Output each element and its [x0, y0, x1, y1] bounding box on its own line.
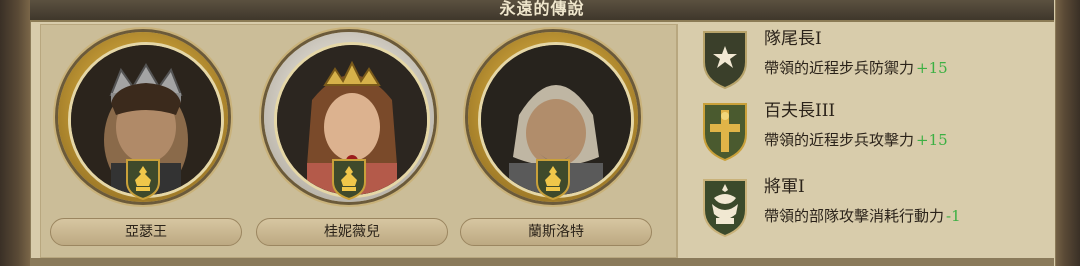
rank-1-desc-text: 帶領的近程步兵防禦力	[764, 59, 915, 77]
hero-name-2: 桂妮薇兒	[256, 218, 448, 246]
rank-1-bonus: +15	[916, 59, 948, 77]
rank-2-title: 百夫長III	[764, 101, 836, 121]
hero-portrait-2[interactable]	[264, 32, 434, 202]
left-border	[0, 0, 30, 266]
rank-1-title: 隊尾長I	[764, 29, 822, 49]
rank-entry-1: 隊尾長I 帶領的近程步兵防禦力 +15	[696, 28, 1036, 98]
general-shield-icon	[700, 176, 750, 238]
rank-badge-icon	[535, 158, 571, 201]
cross-shield-icon	[700, 100, 750, 162]
rank-3-desc: 帶領的部隊攻擊消耗行動力 -1	[764, 206, 961, 226]
rank-3-title: 將軍I	[764, 177, 805, 197]
hero-name-3: 蘭斯洛特	[460, 218, 652, 246]
star-shield-icon	[700, 28, 750, 90]
hero-portrait-1[interactable]	[58, 32, 228, 202]
rank-3-desc-text: 帶領的部隊攻擊消耗行動力	[764, 207, 945, 225]
hero-name-2-text: 桂妮薇兒	[324, 224, 380, 240]
rank-3-bonus: -1	[946, 207, 961, 225]
hero-name-1-text: 亞瑟王	[125, 224, 167, 240]
divider	[676, 24, 678, 258]
right-border	[1054, 0, 1080, 266]
hero-name-1: 亞瑟王	[50, 218, 242, 246]
rank-2-desc: 帶領的近程步兵攻擊力 +15	[764, 130, 948, 150]
rank-2-desc-text: 帶領的近程步兵攻擊力	[764, 131, 915, 149]
rank-badge-icon	[125, 158, 161, 201]
rank-2-bonus: +15	[916, 131, 948, 149]
bottom-ribbon	[30, 258, 1054, 266]
rank-entry-3: 將軍I 帶領的部隊攻擊消耗行動力 -1	[696, 176, 1036, 246]
rank-1-desc: 帶領的近程步兵防禦力 +15	[764, 58, 948, 78]
rank-badge-icon	[331, 158, 367, 201]
panel-title: 永遠的傳說	[499, 0, 585, 18]
title-bar: 永遠的傳說	[30, 0, 1054, 22]
hero-name-3-text: 蘭斯洛特	[528, 224, 584, 240]
rank-entry-2: 百夫長III 帶領的近程步兵攻擊力 +15	[696, 100, 1036, 170]
hero-portrait-3[interactable]	[468, 32, 638, 202]
